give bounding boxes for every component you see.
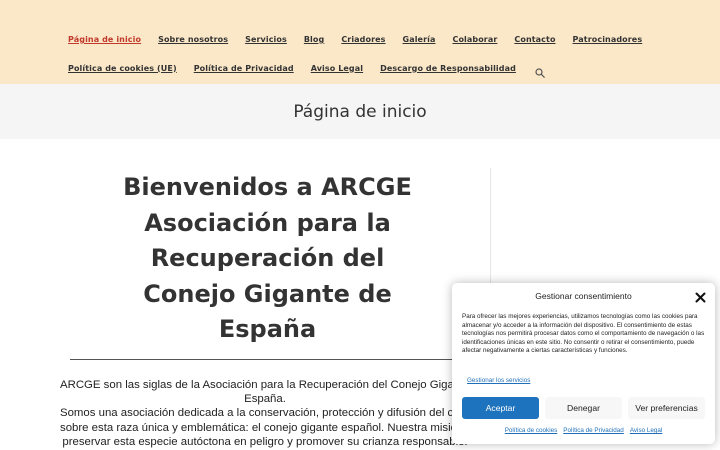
sidebar-divider bbox=[490, 168, 491, 288]
nav-link-criadores[interactable]: Criadores bbox=[341, 35, 385, 44]
intro-line: España. bbox=[244, 393, 286, 406]
intro-line: sobre esta raza única y emblemática: el … bbox=[60, 421, 470, 434]
nav-row-secondary: Política de cookies (UE) Política de Pri… bbox=[68, 63, 545, 78]
top-navigation: Página de inicio Sobre nosotros Servicio… bbox=[0, 0, 720, 84]
nav-link-inicio[interactable]: Página de inicio bbox=[68, 35, 141, 44]
nav-link-descargo[interactable]: Descargo de Responsabilidad bbox=[380, 64, 516, 73]
hero-line: Conejo Gigante de bbox=[143, 279, 392, 308]
nav-link-politica-cookies[interactable]: Política de cookies (UE) bbox=[68, 64, 177, 73]
close-icon[interactable] bbox=[695, 290, 706, 303]
hero-line: Recuperación del bbox=[150, 244, 385, 272]
hero-heading: Bienvenidos a ARCGE Asociación para la R… bbox=[70, 170, 465, 348]
consent-link-legal[interactable]: Aviso Legal bbox=[630, 427, 662, 434]
accept-button[interactable]: Aceptar bbox=[462, 397, 539, 419]
nav-link-sobre-nosotros[interactable]: Sobre nosotros bbox=[158, 35, 228, 44]
consent-link-privacy[interactable]: Política de Privacidad bbox=[563, 427, 624, 434]
hero-line: España bbox=[218, 315, 317, 343]
nav-link-servicios[interactable]: Servicios bbox=[245, 35, 287, 44]
manage-services-link[interactable]: Gestionar los servicios bbox=[467, 377, 530, 384]
nav-link-patrocinadores[interactable]: Patrocinadores bbox=[573, 35, 643, 44]
nav-link-politica-privacidad[interactable]: Política de Privacidad bbox=[194, 64, 294, 73]
page-header: Página de inicio bbox=[0, 84, 720, 139]
deny-button[interactable]: Denegar bbox=[545, 397, 622, 419]
consent-description: Para ofrecer las mejores experiencias, u… bbox=[462, 313, 705, 355]
nav-row-primary: Página de inicio Sobre nosotros Servicio… bbox=[68, 35, 659, 44]
hero-line: Bienvenidos a ARCGE bbox=[123, 173, 412, 201]
nav-link-contacto[interactable]: Contacto bbox=[514, 35, 555, 44]
intro-text: ARCGE son las siglas de la Asociación pa… bbox=[60, 378, 470, 449]
nav-link-blog[interactable]: Blog bbox=[304, 35, 324, 44]
nav-link-aviso-legal[interactable]: Aviso Legal bbox=[311, 64, 363, 73]
page-title: Página de inicio bbox=[293, 101, 427, 122]
intro-line: ARCGE son las siglas de la Asociación pa… bbox=[60, 379, 470, 391]
intro-line: Somos una asociación dedicada a la conse… bbox=[60, 407, 470, 420]
consent-footer-links: Política de cookies Política de Privacid… bbox=[452, 427, 715, 434]
intro-line: preservar esta especie autóctona en peli… bbox=[62, 435, 468, 448]
nav-link-colaborar[interactable]: Colaborar bbox=[452, 35, 497, 44]
cookie-consent-dialog: Gestionar consentimiento Para ofrecer la… bbox=[452, 283, 715, 444]
consent-title: Gestionar consentimiento bbox=[535, 291, 632, 301]
content-separator bbox=[70, 359, 465, 360]
search-icon[interactable] bbox=[535, 63, 545, 78]
nav-link-galeria[interactable]: Galería bbox=[403, 35, 436, 44]
view-preferences-button[interactable]: Ver preferencias bbox=[628, 397, 705, 419]
hero-line: Asociación para la bbox=[144, 208, 391, 237]
consent-link-cookies[interactable]: Política de cookies bbox=[505, 427, 558, 434]
